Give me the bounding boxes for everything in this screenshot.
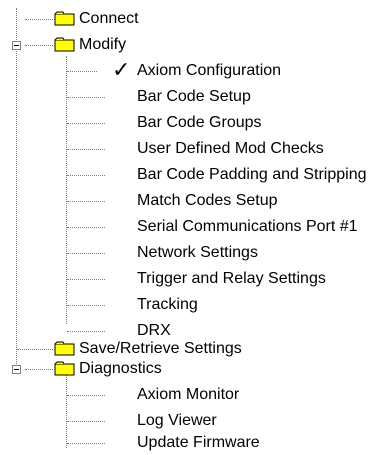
tree-connector-branch [67, 443, 105, 444]
settings-tree: Connect Modify ✓ Axiom Configuration Bar… [0, 0, 380, 455]
tree-node-label: Axiom Monitor [137, 386, 240, 403]
tree-connector-branch [25, 369, 53, 370]
tree-connector-branch [25, 45, 53, 46]
tree-node-axiom-monitor[interactable]: Axiom Monitor [0, 382, 380, 408]
tree-connector-branch [67, 149, 105, 150]
folder-icon [54, 361, 75, 376]
tree-node-label: Modify [79, 36, 127, 53]
tree-node-label: Trigger and Relay Settings [137, 270, 326, 287]
tree-node-modify[interactable]: Modify [0, 32, 380, 58]
folder-icon [54, 341, 75, 356]
tree-connector-branch [67, 71, 97, 72]
tree-connector-branch [67, 331, 105, 332]
folder-icon [54, 11, 75, 26]
tree-connector-branch [67, 421, 105, 422]
tree-node-label: Axiom Configuration [137, 62, 282, 79]
tree-node-diagnostics[interactable]: Diagnostics [0, 356, 380, 382]
tree-node-label: Network Settings [137, 244, 258, 261]
tree-node-label: User Defined Mod Checks [137, 140, 324, 157]
tree-node-label: Tracking [137, 296, 198, 313]
tree-node-serial-comm-port[interactable]: Serial Communications Port #1 [0, 214, 380, 240]
tree-node-match-codes-setup[interactable]: Match Codes Setup [0, 188, 380, 214]
tree-node-label: Connect [79, 10, 139, 27]
tree-node-label: Bar Code Groups [137, 114, 262, 131]
tree-connector-branch [67, 305, 105, 306]
tree-node-bar-code-padding[interactable]: Bar Code Padding and Stripping [0, 162, 380, 188]
tree-node-network-settings[interactable]: Network Settings [0, 240, 380, 266]
tree-node-bar-code-groups[interactable]: Bar Code Groups [0, 110, 380, 136]
tree-connector-branch [17, 349, 53, 350]
tree-node-tracking[interactable]: Tracking [0, 292, 380, 318]
tree-node-label: Bar Code Setup [137, 88, 251, 105]
tree-connector-branch [67, 123, 105, 124]
tree-node-label: Update Firmware [137, 434, 260, 451]
tree-connector-branch [67, 97, 105, 98]
tree-node-update-firmware[interactable]: Update Firmware [0, 430, 380, 455]
collapse-toggle-icon[interactable] [12, 365, 21, 374]
tree-connector-branch [67, 253, 105, 254]
tree-node-axiom-configuration[interactable]: ✓ Axiom Configuration [0, 58, 380, 84]
tree-node-label: Diagnostics [79, 360, 162, 377]
tree-connector-branch [25, 19, 53, 20]
tree-node-bar-code-setup[interactable]: Bar Code Setup [0, 84, 380, 110]
tree-connector-branch [67, 175, 105, 176]
tree-connector-branch [67, 227, 105, 228]
tree-node-label: Log Viewer [137, 412, 217, 429]
tree-node-label: Bar Code Padding and Stripping [137, 166, 367, 183]
tree-connector-branch [67, 395, 105, 396]
tree-node-label: Match Codes Setup [137, 192, 278, 209]
tree-node-trigger-relay-settings[interactable]: Trigger and Relay Settings [0, 266, 380, 292]
tree-node-connect[interactable]: Connect [0, 6, 380, 32]
tree-node-user-defined-mod-checks[interactable]: User Defined Mod Checks [0, 136, 380, 162]
checkmark-icon: ✓ [112, 57, 131, 82]
tree-connector-branch [67, 279, 105, 280]
tree-connector-branch [67, 201, 105, 202]
folder-icon [54, 37, 75, 52]
collapse-toggle-icon[interactable] [12, 41, 21, 50]
tree-node-label: Serial Communications Port #1 [137, 218, 358, 235]
